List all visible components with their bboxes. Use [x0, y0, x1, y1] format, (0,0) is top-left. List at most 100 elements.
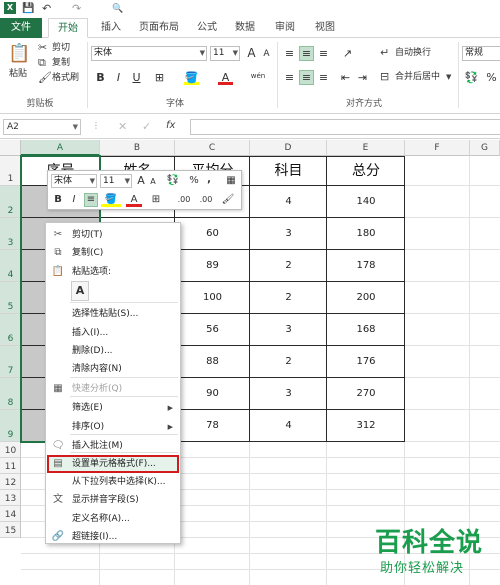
- align-left-icon[interactable]: ≡: [282, 70, 297, 85]
- column-header-d[interactable]: D: [250, 140, 327, 156]
- bold-button[interactable]: B: [93, 70, 108, 85]
- name-box[interactable]: A2 ▼: [3, 119, 81, 135]
- menu-item-2[interactable]: 📋 粘贴选项:: [47, 263, 179, 281]
- merge-center-icon[interactable]: ⊟: [380, 71, 389, 83]
- grow-font-button[interactable]: A: [244, 46, 259, 61]
- chevron-down-icon[interactable]: ▼: [446, 71, 451, 83]
- tab-view[interactable]: 视图: [310, 18, 340, 38]
- table-cell[interactable]: 4: [250, 410, 327, 442]
- cancel-icon[interactable]: ✕: [118, 120, 127, 133]
- menu-item-3[interactable]: 选择性粘贴(S)...: [47, 305, 179, 323]
- table-cell[interactable]: 2: [250, 282, 327, 314]
- mini-italic-button[interactable]: I: [67, 193, 81, 207]
- table-cell[interactable]: 2: [250, 346, 327, 378]
- enter-icon[interactable]: ✓: [142, 120, 151, 133]
- row-header-7[interactable]: 7: [0, 346, 21, 378]
- mini-increase-decimal-button[interactable]: .00: [174, 193, 194, 207]
- phonetic-button[interactable]: wén: [248, 69, 268, 84]
- cut-button[interactable]: 剪切: [52, 42, 70, 54]
- table-cell[interactable]: 180: [327, 218, 405, 250]
- table-cell[interactable]: 56: [175, 314, 250, 346]
- mini-comma-button[interactable]: ,: [203, 173, 215, 187]
- table-cell[interactable]: 3: [250, 218, 327, 250]
- mini-size-combo[interactable]: 11 ▼: [100, 174, 132, 188]
- column-header-e[interactable]: E: [327, 140, 405, 156]
- menu-item-1[interactable]: ⧉ 复制(C): [47, 244, 179, 262]
- table-cell[interactable]: 78: [175, 410, 250, 442]
- table-cell[interactable]: 270: [327, 378, 405, 410]
- tab-formulas[interactable]: 公式: [192, 18, 222, 38]
- tab-home[interactable]: 开始: [48, 18, 88, 38]
- undo-icon[interactable]: ↶: [42, 2, 51, 16]
- mini-shrink-font-button[interactable]: A: [147, 175, 159, 189]
- mini-borders-icon[interactable]: ⊞: [148, 193, 164, 207]
- wrap-text-icon[interactable]: ↵: [380, 47, 389, 59]
- align-middle-icon[interactable]: ≡: [299, 46, 314, 61]
- table-cell[interactable]: 90: [175, 378, 250, 410]
- table-cell[interactable]: 100: [175, 282, 250, 314]
- fill-color-icon[interactable]: 🪣: [184, 70, 199, 85]
- tab-insert[interactable]: 插入: [96, 18, 126, 38]
- column-header-f[interactable]: F: [405, 140, 470, 156]
- column-header-b[interactable]: B: [100, 140, 175, 156]
- row-header-12[interactable]: 12: [0, 474, 21, 490]
- table-cell[interactable]: 140: [327, 186, 405, 218]
- row-header-11[interactable]: 11: [0, 458, 21, 474]
- currency-icon[interactable]: 💱: [464, 70, 479, 85]
- number-format-combo[interactable]: 常规: [462, 46, 500, 61]
- row-header-5[interactable]: 5: [0, 282, 21, 314]
- row-header-13[interactable]: 13: [0, 490, 21, 506]
- mini-grow-font-button[interactable]: A: [135, 174, 147, 188]
- table-cell[interactable]: 312: [327, 410, 405, 442]
- table-cell[interactable]: 176: [327, 346, 405, 378]
- font-name-combo[interactable]: 宋体 ▼: [91, 46, 207, 61]
- row-header-2[interactable]: 2: [0, 186, 21, 218]
- mini-decrease-decimal-button[interactable]: .00: [196, 193, 216, 207]
- copy-icon[interactable]: ⧉: [38, 57, 46, 69]
- table-cell[interactable]: 89: [175, 250, 250, 282]
- align-right-icon[interactable]: ≡: [316, 70, 331, 85]
- decrease-indent-icon[interactable]: ⇤: [338, 70, 353, 85]
- column-header-g[interactable]: G: [470, 140, 500, 156]
- insert-function-icon[interactable]: fx: [166, 120, 175, 131]
- menu-item-0[interactable]: ✂ 剪切(T): [47, 226, 179, 244]
- align-center-icon[interactable]: ≡: [299, 70, 314, 85]
- wrap-text-button[interactable]: 自动换行: [395, 47, 431, 59]
- mini-format-painter-icon[interactable]: 🖌: [220, 193, 236, 207]
- paste-as-values-icon[interactable]: A: [71, 281, 89, 301]
- table-cell[interactable]: 3: [250, 314, 327, 346]
- paste-button[interactable]: 粘贴: [9, 68, 27, 80]
- menu-item-13[interactable]: 文显示拼音字段(S): [47, 491, 179, 509]
- increase-indent-icon[interactable]: ⇥: [355, 70, 370, 85]
- align-top-icon[interactable]: ≡: [282, 46, 297, 61]
- menu-item-5[interactable]: 删除(D)...: [47, 342, 179, 360]
- row-header-10[interactable]: 10: [0, 442, 21, 458]
- mini-align-center-icon[interactable]: ≡: [84, 193, 98, 207]
- column-header-c[interactable]: C: [175, 140, 250, 156]
- borders-icon[interactable]: ⊞: [152, 70, 167, 85]
- save-icon[interactable]: 💾: [22, 2, 34, 16]
- table-cell[interactable]: 60: [175, 218, 250, 250]
- table-cell[interactable]: 168: [327, 314, 405, 346]
- resize-handle-icon[interactable]: ⋮: [92, 121, 100, 130]
- menu-item-8[interactable]: 筛选(E) ▶: [47, 399, 179, 417]
- mini-font-color-button[interactable]: A: [126, 193, 142, 207]
- copy-button[interactable]: 复制: [52, 57, 70, 69]
- print-preview-icon[interactable]: 🔍: [112, 2, 123, 16]
- table-cell[interactable]: 200: [327, 282, 405, 314]
- tab-data[interactable]: 数据: [230, 18, 260, 38]
- table-header-cell[interactable]: 总分: [327, 156, 405, 186]
- menu-item-6[interactable]: 清除内容(N): [47, 360, 179, 378]
- mini-bold-button[interactable]: B: [51, 193, 65, 207]
- mini-currency-icon[interactable]: 💱: [163, 174, 183, 188]
- percent-icon[interactable]: %: [484, 70, 499, 85]
- tab-file[interactable]: 文件: [0, 18, 42, 38]
- underline-button[interactable]: U: [129, 70, 144, 85]
- table-cell[interactable]: 4: [250, 186, 327, 218]
- align-bottom-icon[interactable]: ≡: [316, 46, 331, 61]
- row-header-14[interactable]: 14: [0, 506, 21, 522]
- orientation-icon[interactable]: ↗: [340, 46, 355, 61]
- row-header-9[interactable]: 9: [0, 410, 21, 442]
- table-cell[interactable]: 3: [250, 378, 327, 410]
- shrink-font-button[interactable]: A: [259, 47, 274, 62]
